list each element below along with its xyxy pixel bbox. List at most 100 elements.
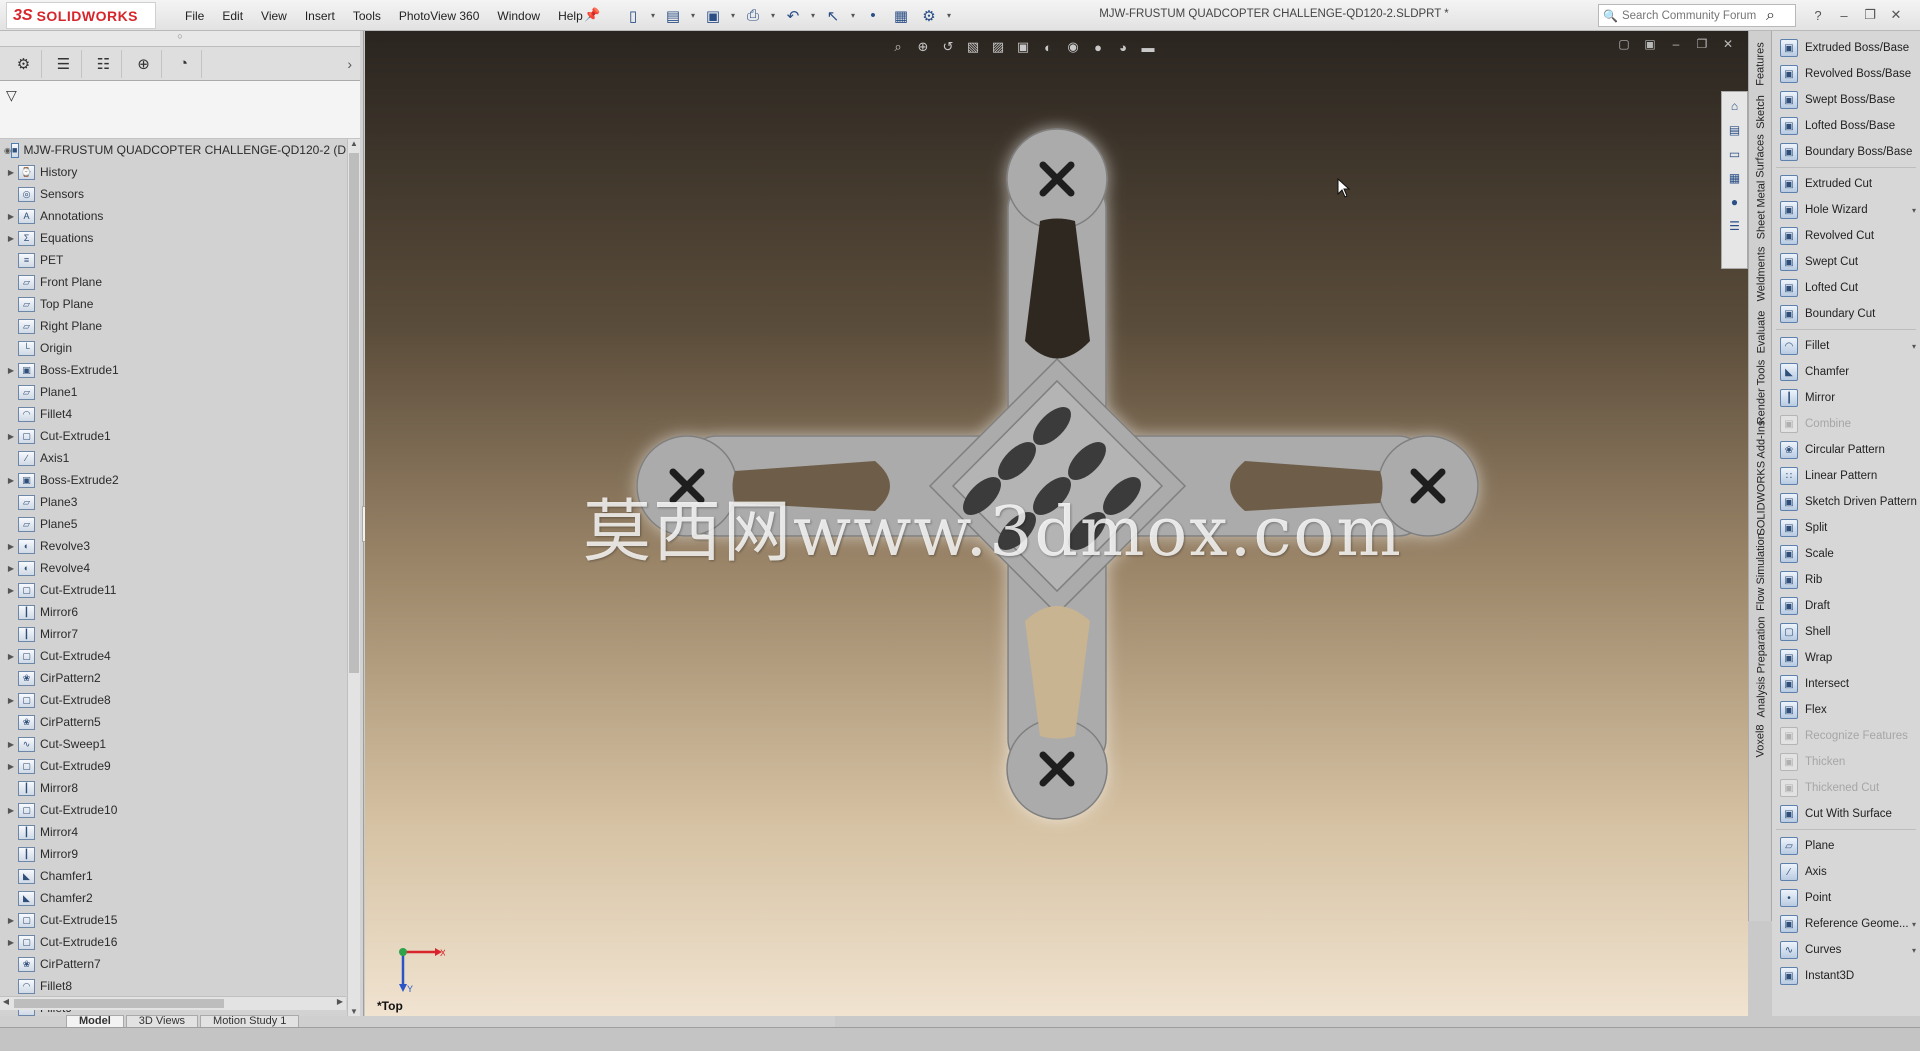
menu-insert[interactable]: Insert — [296, 9, 344, 23]
expand-arrow-icon[interactable]: ▶ — [4, 432, 18, 441]
bottom-tab-model[interactable]: Model — [66, 1015, 124, 1027]
undo-icon[interactable]: ↶ — [780, 4, 806, 28]
feature-flex[interactable]: ▣ Flex — [1772, 697, 1920, 723]
view-settings-icon[interactable]: ▬ — [1137, 37, 1159, 57]
design-library-icon[interactable]: ▤ — [1725, 120, 1745, 140]
graphics-viewport[interactable]: ⌕ ⊕ ↺ ▧ ▨ ▣ ◐ ◉ ● ◕ ▬ ▢ ▣ – ❐ ✕ ⌂ ▤ ▭ ▦ … — [365, 31, 1748, 1016]
viewport-split-icon[interactable]: ▢ — [1616, 37, 1632, 53]
feature-wrap[interactable]: ▣ Wrap — [1772, 645, 1920, 671]
view-palette-icon[interactable]: ▦ — [1725, 168, 1745, 188]
feature-swept-boss-base[interactable]: ▣ Swept Boss/Base — [1772, 87, 1920, 113]
tree-item[interactable]: ▱ Top Plane — [0, 293, 346, 315]
viewport-close-icon[interactable]: ✕ — [1720, 37, 1736, 53]
tree-item[interactable]: ▶ ▢ Cut-Extrude1 — [0, 425, 346, 447]
tree-item[interactable]: ◠ Fillet4 — [0, 403, 346, 425]
filter-icon[interactable]: ▽ — [6, 87, 17, 104]
feature-lofted-boss-base[interactable]: ▣ Lofted Boss/Base — [1772, 113, 1920, 139]
expand-arrow-icon[interactable]: ▶ — [4, 938, 18, 947]
feature-curves[interactable]: ∿ Curves ▾ — [1772, 937, 1920, 963]
tree-vertical-scrollbar[interactable]: ▲ ▼ — [347, 139, 360, 1019]
tree-item[interactable]: ▶ ▢ Cut-Extrude15 — [0, 909, 346, 931]
search-icon[interactable]: ⌕ — [1766, 7, 1775, 25]
tree-item[interactable]: ❀ CirPattern7 — [0, 953, 346, 975]
expand-arrow-icon[interactable]: ▶ — [4, 366, 18, 375]
tree-item[interactable]: ◣ Chamfer1 — [0, 865, 346, 887]
close-icon[interactable]: ✕ — [1886, 4, 1906, 26]
viewport-tile-icon[interactable]: ▣ — [1642, 37, 1658, 53]
feature-fillet[interactable]: ◠ Fillet ▾ — [1772, 333, 1920, 359]
feature-point[interactable]: • Point — [1772, 885, 1920, 911]
home-icon[interactable]: ⌂ — [1725, 96, 1745, 116]
custom-properties-icon[interactable]: ☰ — [1725, 216, 1745, 236]
tree-item[interactable]: ◣ Chamfer2 — [0, 887, 346, 909]
expand-arrow-icon[interactable]: ▶ — [4, 586, 18, 595]
menu-tools[interactable]: Tools — [344, 9, 390, 23]
feature-revolved-boss-base[interactable]: ▣ Revolved Boss/Base — [1772, 61, 1920, 87]
feature-lofted-cut[interactable]: ▣ Lofted Cut — [1772, 275, 1920, 301]
feature-circular-pattern[interactable]: ❀ Circular Pattern — [1772, 437, 1920, 463]
new-document-icon[interactable]: ▯ — [620, 4, 646, 28]
feature-shell[interactable]: ▢ Shell — [1772, 619, 1920, 645]
expand-panel-icon[interactable]: › — [347, 56, 352, 72]
select-arrow-icon[interactable]: ↖ — [820, 4, 846, 28]
menu-view[interactable]: View — [252, 9, 296, 23]
tab-analysis-preparation[interactable]: Analysis Preparation — [1751, 617, 1771, 718]
tab-render-tools[interactable]: Render Tools — [1751, 359, 1771, 425]
feature-intersect[interactable]: ▣ Intersect — [1772, 671, 1920, 697]
tree-item[interactable]: ┃ Mirror9 — [0, 843, 346, 865]
feature-cut-with-surface[interactable]: ▣ Cut With Surface — [1772, 801, 1920, 827]
display-style-icon[interactable]: ◐ — [1037, 37, 1059, 57]
expand-arrow-icon[interactable]: ▶ — [4, 168, 18, 177]
dropdown-arrow-icon[interactable]: ▾ — [1912, 206, 1916, 215]
feature-extruded-cut[interactable]: ▣ Extruded Cut — [1772, 171, 1920, 197]
feature-draft[interactable]: ▣ Draft — [1772, 593, 1920, 619]
expand-arrow-icon[interactable]: ▶ — [4, 542, 18, 551]
dropdown-arrow-icon[interactable]: ▾ — [1912, 920, 1916, 929]
file-explorer-icon[interactable]: ▭ — [1725, 144, 1745, 164]
tree-item[interactable]: ∕ Axis1 — [0, 447, 346, 469]
restore-icon[interactable]: ❐ — [1860, 4, 1880, 26]
previous-view-icon[interactable]: ↺ — [937, 37, 959, 57]
minimize-icon[interactable]: – — [1834, 4, 1854, 26]
search-box[interactable]: 🔍 ⌕ — [1598, 4, 1796, 27]
feature-scale[interactable]: ▣ Scale — [1772, 541, 1920, 567]
tree-item[interactable]: ▶ Σ Equations — [0, 227, 346, 249]
appearances-icon[interactable]: ● — [1725, 192, 1745, 212]
expand-arrow-icon[interactable]: ▶ — [4, 234, 18, 243]
menu-edit[interactable]: Edit — [213, 9, 252, 23]
expand-arrow-icon[interactable]: ▶ — [4, 564, 18, 573]
tree-item[interactable]: ▶ ▢ Cut-Extrude9 — [0, 755, 346, 777]
options-dropdown-icon[interactable]: ▾ — [944, 4, 954, 28]
tree-item[interactable]: ▶ ▢ Cut-Extrude8 — [0, 689, 346, 711]
undo-dropdown-icon[interactable]: ▾ — [808, 4, 818, 28]
open-dropdown-icon[interactable]: ▾ — [688, 4, 698, 28]
select-dropdown-icon[interactable]: ▾ — [848, 4, 858, 28]
tab-flow-simulation[interactable]: Flow Simulation — [1751, 531, 1771, 613]
feature-boundary-boss-base[interactable]: ▣ Boundary Boss/Base — [1772, 139, 1920, 165]
tree-item[interactable]: ❀ CirPattern2 — [0, 667, 346, 689]
feature-boundary-cut[interactable]: ▣ Boundary Cut — [1772, 301, 1920, 327]
tree-item[interactable]: ▶ ∿ Cut-Sweep1 — [0, 733, 346, 755]
menu-window[interactable]: Window — [488, 9, 549, 23]
tree-item[interactable]: ┃ Mirror8 — [0, 777, 346, 799]
rebuild-icon[interactable]: • — [860, 4, 886, 28]
feature-revolved-cut[interactable]: ▣ Revolved Cut — [1772, 223, 1920, 249]
zoom-to-area-icon[interactable]: ⊕ — [912, 37, 934, 57]
tab-solidworks-add-ins[interactable]: SOLIDWORKS Add-Ins — [1751, 421, 1771, 536]
scroll-thumb[interactable] — [349, 153, 359, 673]
feature-hole-wizard[interactable]: ▣ Hole Wizard ▾ — [1772, 197, 1920, 223]
tree-item[interactable]: ◠ Fillet8 — [0, 975, 346, 997]
feature-chamfer[interactable]: ◣ Chamfer — [1772, 359, 1920, 385]
feature-swept-cut[interactable]: ▣ Swept Cut — [1772, 249, 1920, 275]
tree-item[interactable]: ▶ ▢ Cut-Extrude10 — [0, 799, 346, 821]
print-dropdown-icon[interactable]: ▾ — [768, 4, 778, 28]
tree-item[interactable]: ≡ PET — [0, 249, 346, 271]
feature-mirror[interactable]: ┃ Mirror — [1772, 385, 1920, 411]
tree-item[interactable]: └ Origin — [0, 337, 346, 359]
options-gear-icon[interactable]: ⚙ — [916, 4, 942, 28]
help-icon[interactable]: ? — [1808, 4, 1828, 26]
new-dropdown-icon[interactable]: ▾ — [648, 4, 658, 28]
tree-item[interactable]: ▶ ⌚ History — [0, 161, 346, 183]
open-folder-icon[interactable]: ▤ — [660, 4, 686, 28]
tab-surfaces[interactable]: Surfaces — [1751, 134, 1771, 177]
